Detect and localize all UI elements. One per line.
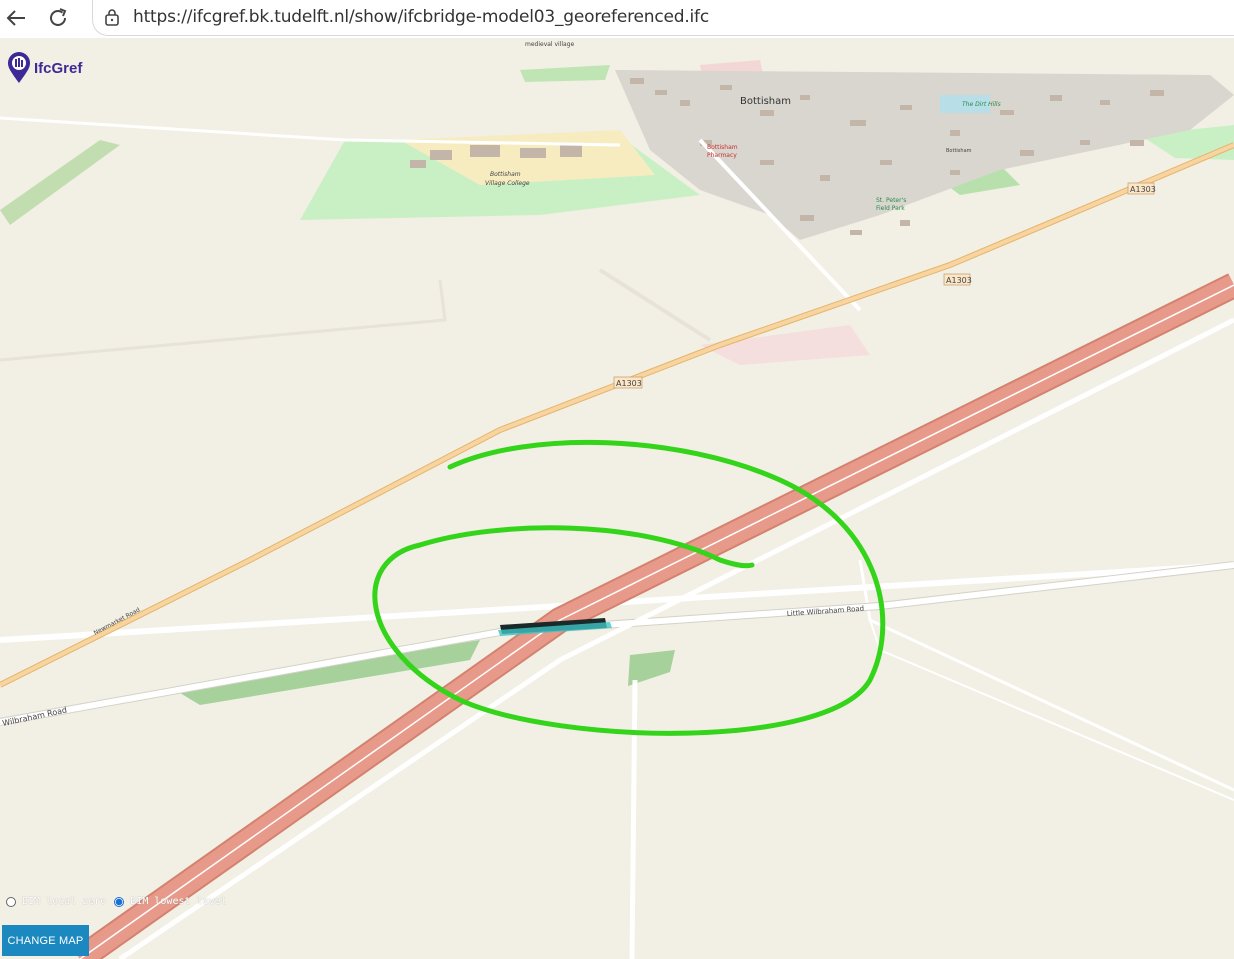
back-arrow-icon (6, 10, 25, 26)
back-button[interactable] (2, 5, 30, 31)
label-bottisham: Bottisham (740, 96, 791, 107)
radio-bim-local-zero-label[interactable]: BIM local zero (22, 896, 106, 907)
radio-bim-lowest-level[interactable] (114, 896, 125, 907)
label-medieval-village: medieval village (525, 41, 575, 48)
label-a1303-1: A1303 (1130, 185, 1156, 194)
radio-bim-lowest-level-label[interactable]: BIM lowest level (130, 896, 226, 907)
ifcgref-pin-icon (8, 52, 30, 83)
radio-bim-local-zero[interactable] (6, 896, 16, 907)
label-pharmacy-1: Bottisham (707, 144, 738, 151)
map-canvas[interactable]: medieval village Bottisham The Dirt Hill… (0, 38, 1234, 959)
reload-button[interactable] (44, 5, 72, 31)
url-text[interactable]: https://ifcgref.bk.tudelft.nl/show/ifcbr… (133, 7, 709, 27)
label-a1303-2: A1303 (946, 276, 972, 285)
label-village-college-2: Village College (485, 180, 530, 187)
label-field-park-1: St. Peter's (876, 197, 906, 204)
map-view[interactable]: medieval village Bottisham The Dirt Hill… (0, 38, 1234, 959)
label-village-college-1: Bottisham (490, 171, 521, 178)
address-bar[interactable]: https://ifcgref.bk.tudelft.nl/show/ifcbr… (92, 0, 1234, 36)
label-bottisham-small: Bottisham (946, 148, 972, 154)
bim-level-selector: BIM local zero BIM lowest level (6, 896, 235, 907)
reload-icon (50, 8, 67, 26)
change-map-button[interactable]: CHANGE MAP (2, 925, 89, 956)
ifcgref-logo[interactable]: IfcGref (6, 52, 82, 84)
browser-toolbar: https://ifcgref.bk.tudelft.nl/show/ifcbr… (0, 0, 1234, 39)
label-field-park-2: Field Park (876, 205, 905, 212)
label-pharmacy-2: Pharmacy (707, 152, 737, 159)
label-a1303-3: A1303 (616, 379, 642, 388)
lock-icon (105, 9, 119, 26)
logo-text: IfcGref (34, 59, 83, 77)
label-the-dirt-hills: The Dirt Hills (962, 101, 1001, 108)
